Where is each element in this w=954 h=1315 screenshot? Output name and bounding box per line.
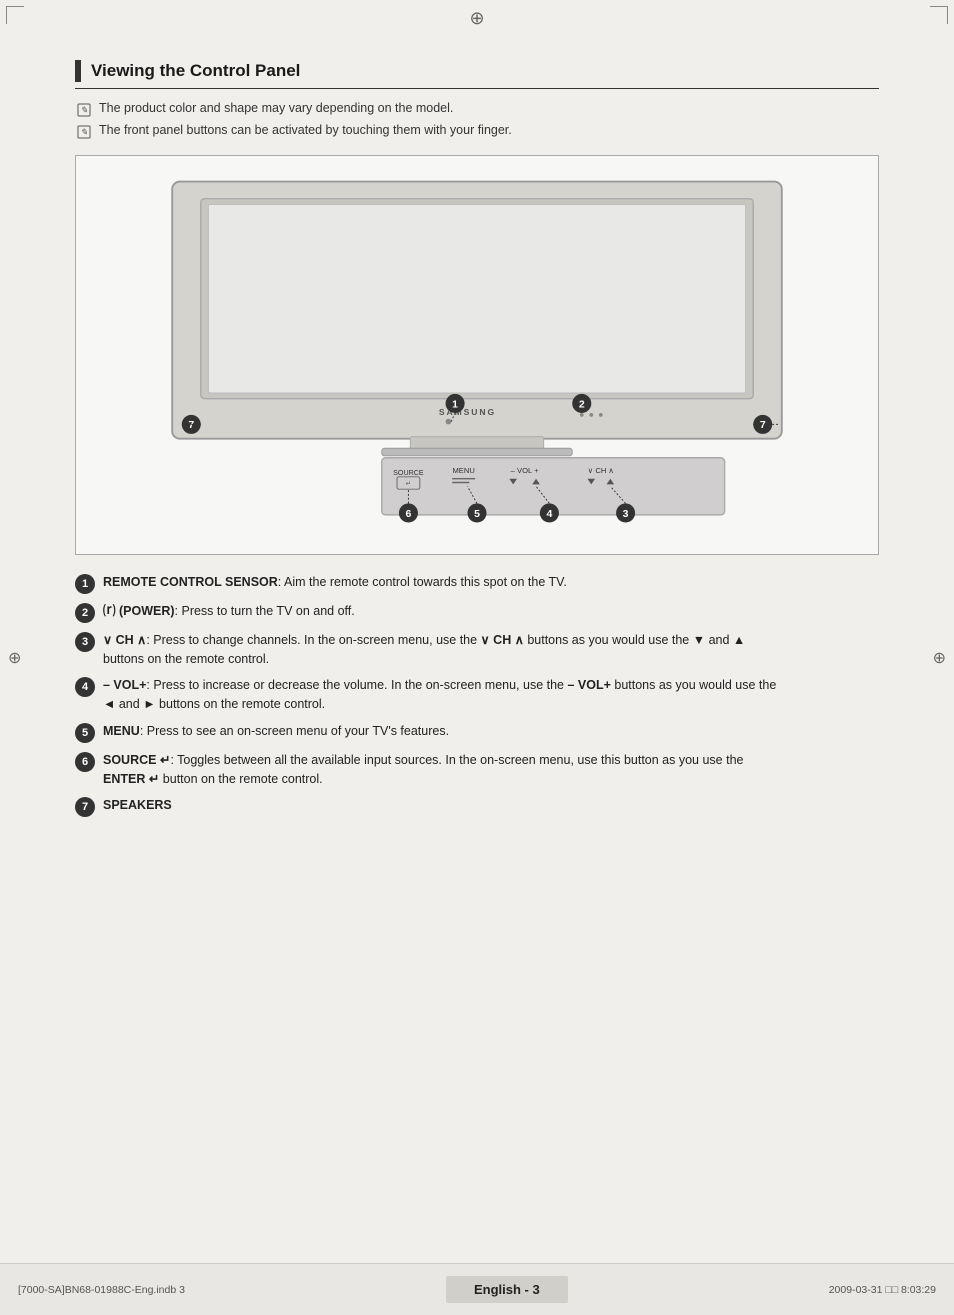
- tv-diagram: SAMSUNG SOURCE ↵ MENU: [96, 172, 858, 534]
- note-icon-1: ✎: [75, 101, 93, 119]
- note-item-1: ✎ The product color and shape may vary d…: [75, 101, 879, 119]
- diagram-container: SAMSUNG SOURCE ↵ MENU: [75, 155, 879, 555]
- desc-item-3: 3 ∨ CH ∧: Press to change channels. In t…: [75, 631, 879, 669]
- desc-text-4: – VOL+: Press to increase or decrease th…: [103, 676, 879, 714]
- desc-item-1: 1 REMOTE CONTROL SENSOR: Aim the remote …: [75, 573, 879, 594]
- target-right-icon: ⊕: [933, 648, 946, 668]
- desc-item-4: 4 – VOL+: Press to increase or decrease …: [75, 676, 879, 714]
- svg-text:– VOL +: – VOL +: [511, 466, 539, 475]
- desc-label-4: – VOL+: [103, 678, 146, 692]
- crop-mark-tl: [6, 6, 24, 24]
- desc-num-2: 2: [75, 603, 95, 623]
- svg-text:4: 4: [546, 509, 552, 520]
- desc-num-4: 4: [75, 677, 95, 697]
- section-bar: [75, 60, 81, 82]
- desc-label-3: ∨ CH ∧: [103, 633, 146, 647]
- desc-label-2: ⒭ (POWER): [103, 604, 175, 618]
- page: ⊕ ⊕ ⊕ ⊕ Viewing the Control Panel ✎ The …: [0, 0, 954, 1315]
- footer-date-info: 2009-03-31 □□ 8:03:29: [829, 1284, 936, 1296]
- desc-text-2: ⒭ (POWER): Press to turn the TV on and o…: [103, 602, 879, 621]
- footer-file-info: [7000-SA]BN68-01988C-Eng.indb 3: [18, 1284, 185, 1296]
- svg-text:✎: ✎: [80, 127, 88, 137]
- note-item-2: ✎ The front panel buttons can be activat…: [75, 123, 879, 141]
- desc-text-7: SPEAKERS: [103, 796, 879, 815]
- svg-text:∨ CH ∧: ∨ CH ∧: [588, 466, 614, 475]
- desc-num-5: 5: [75, 723, 95, 743]
- desc-num-1: 1: [75, 574, 95, 594]
- svg-text:5: 5: [474, 509, 480, 520]
- desc-label-1: REMOTE CONTROL SENSOR: [103, 575, 278, 589]
- svg-text:↵: ↵: [406, 480, 412, 487]
- svg-text:1: 1: [452, 399, 458, 410]
- desc-text-3: ∨ CH ∧: Press to change channels. In the…: [103, 631, 879, 669]
- svg-text:3: 3: [623, 509, 629, 520]
- notes-container: ✎ The product color and shape may vary d…: [75, 101, 879, 141]
- desc-label-5: MENU: [103, 724, 140, 738]
- note-text-2: The front panel buttons can be activated…: [99, 123, 512, 137]
- svg-text:MENU: MENU: [452, 466, 474, 475]
- descriptions-container: 1 REMOTE CONTROL SENSOR: Aim the remote …: [75, 573, 879, 818]
- footer-page-text: English - 3: [474, 1282, 540, 1297]
- desc-num-6: 6: [75, 752, 95, 772]
- desc-item-5: 5 MENU: Press to see an on-screen menu o…: [75, 722, 879, 743]
- desc-text-5: MENU: Press to see an on-screen menu of …: [103, 722, 879, 741]
- target-top-icon: ⊕: [467, 8, 487, 28]
- desc-text-1: REMOTE CONTROL SENSOR: Aim the remote co…: [103, 573, 879, 592]
- svg-text:7: 7: [188, 420, 194, 431]
- note-icon-2: ✎: [75, 123, 93, 141]
- svg-text:✎: ✎: [80, 105, 88, 115]
- desc-item-2: 2 ⒭ (POWER): Press to turn the TV on and…: [75, 602, 879, 623]
- section-header: Viewing the Control Panel: [75, 60, 879, 89]
- crop-mark-tr: [930, 6, 948, 24]
- desc-num-3: 3: [75, 632, 95, 652]
- page-footer: [7000-SA]BN68-01988C-Eng.indb 3 English …: [0, 1263, 954, 1315]
- target-left-icon: ⊕: [8, 648, 21, 668]
- desc-item-7: 7 SPEAKERS: [75, 796, 879, 817]
- desc-item-6: 6 SOURCE ↵: Toggles between all the avai…: [75, 751, 879, 789]
- section-title: Viewing the Control Panel: [91, 61, 300, 81]
- footer-page-label: English - 3: [446, 1276, 568, 1303]
- desc-label-6: SOURCE ↵: [103, 753, 170, 767]
- svg-text:SOURCE: SOURCE: [393, 469, 424, 477]
- svg-text:2: 2: [579, 399, 585, 410]
- svg-text:6: 6: [406, 509, 412, 520]
- desc-num-7: 7: [75, 797, 95, 817]
- note-text-1: The product color and shape may vary dep…: [99, 101, 453, 115]
- svg-text:7: 7: [760, 420, 766, 431]
- desc-label-7: SPEAKERS: [103, 798, 172, 812]
- desc-text-6: SOURCE ↵: Toggles between all the availa…: [103, 751, 879, 789]
